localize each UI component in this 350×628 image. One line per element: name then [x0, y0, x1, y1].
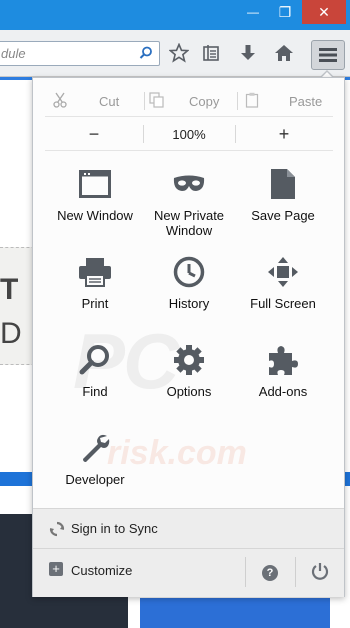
paste-button[interactable]: Paste	[245, 88, 322, 114]
print-button[interactable]: Print	[47, 254, 143, 338]
customize-button[interactable]: + Customize	[33, 549, 245, 597]
power-icon	[311, 562, 329, 585]
download-icon[interactable]	[237, 42, 259, 64]
gear-icon	[171, 342, 207, 378]
printer-icon	[77, 254, 113, 290]
paste-label: Paste	[289, 93, 323, 109]
hamburger-menu-icon[interactable]	[311, 40, 345, 70]
tile-label: Add-ons	[258, 384, 308, 399]
new-window-button[interactable]: New Window	[47, 166, 143, 250]
copy-button[interactable]: Copy	[149, 88, 219, 114]
divider	[45, 150, 333, 151]
cut-button[interactable]: Cut	[53, 88, 119, 114]
tile-label: Full Screen	[250, 296, 316, 311]
zoom-controls: − 100% +	[45, 121, 333, 147]
new-private-window-button[interactable]: New Private Window	[141, 166, 237, 250]
copy-label: Copy	[189, 93, 220, 109]
help-button[interactable]: ?	[247, 549, 293, 597]
tile-label: Find	[82, 384, 108, 399]
clock-icon	[171, 254, 207, 290]
separator	[144, 92, 145, 110]
find-button[interactable]: Find	[47, 342, 143, 426]
maximize-button[interactable]: ❐	[270, 0, 300, 24]
document-icon	[265, 166, 301, 202]
puzzle-icon	[265, 342, 301, 378]
url-text: dule	[1, 46, 26, 61]
close-button[interactable]: ✕	[302, 0, 346, 24]
sign-in-to-sync-button[interactable]: Sign in to Sync	[33, 508, 344, 549]
search-icon[interactable]	[139, 46, 153, 65]
history-button[interactable]: History	[141, 254, 237, 338]
tile-label: History	[168, 296, 210, 311]
scissors-icon	[53, 92, 71, 111]
separator	[143, 125, 144, 143]
divider	[45, 116, 333, 117]
full-screen-button[interactable]: Full Screen	[235, 254, 331, 338]
tile-label: Print	[81, 296, 109, 311]
sync-label: Sign in to Sync	[71, 521, 158, 536]
separator	[295, 557, 296, 587]
window-title-bar: — ❐ ✕	[0, 0, 350, 30]
save-page-button[interactable]: Save Page	[235, 166, 331, 250]
tile-label: New Window	[57, 208, 133, 223]
menu-footer: + Customize ?	[33, 548, 344, 597]
tile-label: Developer	[65, 472, 125, 487]
separator	[237, 92, 238, 110]
sync-icon	[49, 521, 65, 542]
add-ons-button[interactable]: Add-ons	[235, 342, 331, 426]
reading-list-icon[interactable]	[200, 42, 222, 64]
edit-controls: Cut Copy Paste	[45, 88, 333, 114]
help-icon: ?	[262, 565, 278, 581]
home-icon[interactable]	[273, 42, 295, 64]
magnifier-icon	[77, 342, 113, 378]
page-blue-block	[140, 598, 330, 628]
fullscreen-icon	[265, 254, 301, 290]
clipboard-icon	[245, 92, 263, 111]
zoom-in-button[interactable]: +	[269, 121, 299, 147]
customize-icon: +	[49, 562, 63, 576]
cut-label: Cut	[99, 93, 120, 109]
url-bar[interactable]: dule	[0, 41, 160, 66]
tile-label: Options	[166, 384, 212, 399]
zoom-reset-button[interactable]: 100%	[165, 121, 213, 147]
firefox-main-menu: Cut Copy Paste − 100% + PC risk.com New …	[32, 77, 345, 597]
tile-label: Save Page	[251, 208, 315, 223]
zoom-out-button[interactable]: −	[79, 121, 109, 147]
bookmark-star-icon[interactable]	[168, 42, 190, 64]
private-mask-icon	[171, 166, 207, 202]
separator	[245, 557, 246, 587]
window-icon	[77, 166, 113, 202]
separator	[235, 125, 236, 143]
minimize-button[interactable]: —	[238, 0, 268, 24]
developer-button[interactable]: Developer	[47, 430, 143, 514]
copy-icon	[149, 91, 167, 111]
customize-label: Customize	[71, 563, 133, 578]
navigation-toolbar: dule	[0, 30, 350, 77]
options-button[interactable]: Options	[141, 342, 237, 426]
wrench-icon	[77, 430, 113, 466]
tile-label: New Private Window	[153, 208, 225, 238]
quit-button[interactable]	[297, 549, 343, 597]
